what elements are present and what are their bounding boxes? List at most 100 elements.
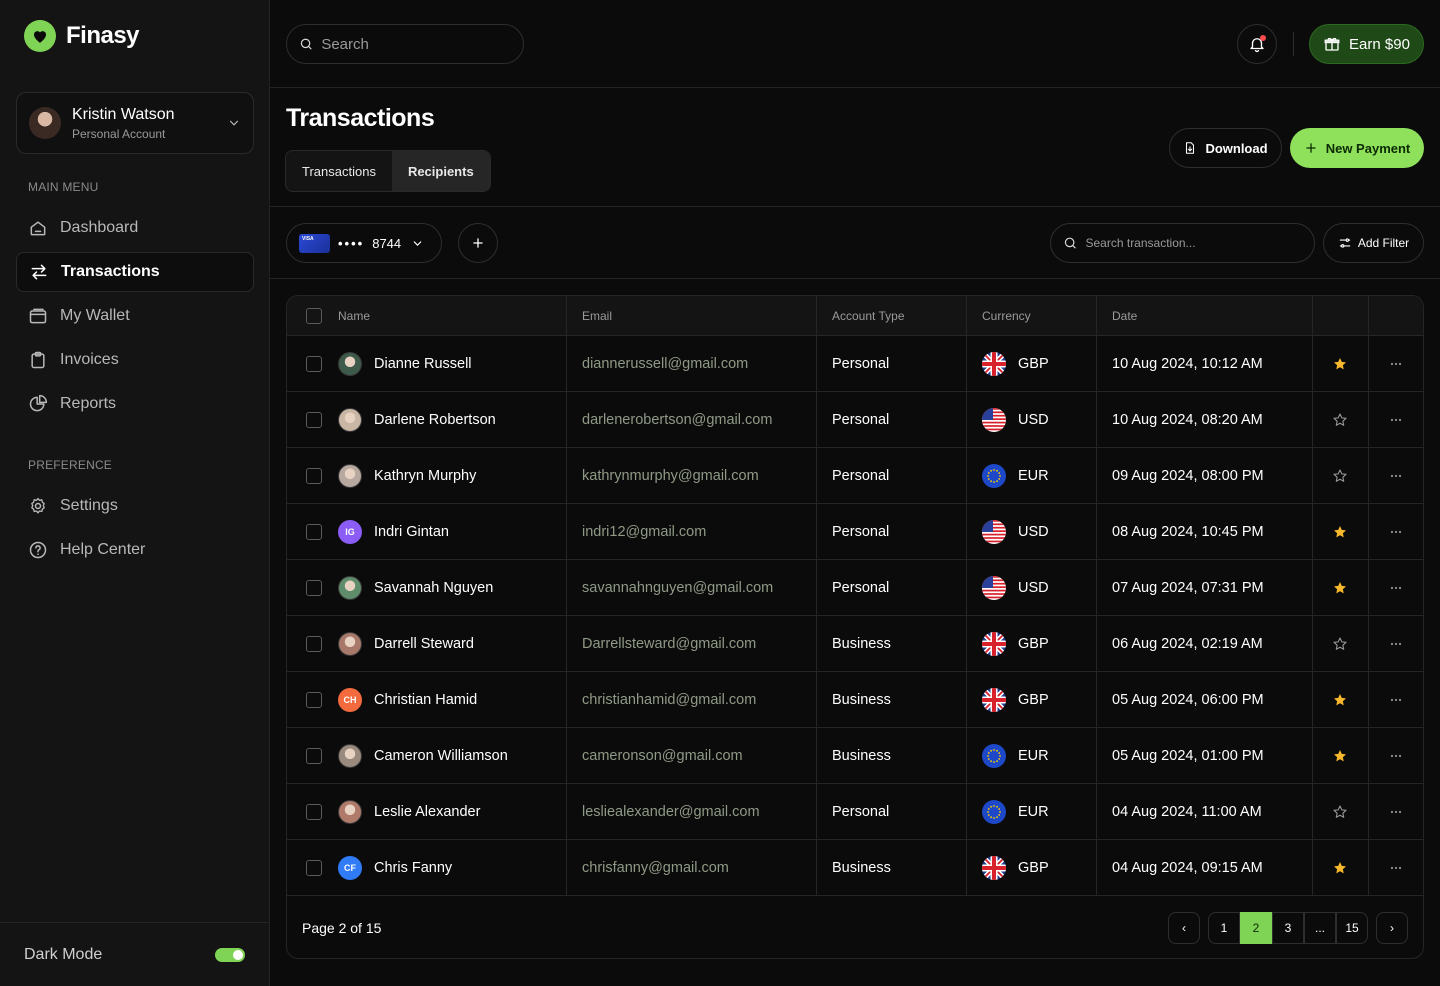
next-page-button[interactable]: › [1376, 912, 1408, 944]
favorite-toggle[interactable] [1332, 448, 1348, 504]
row-actions[interactable] [1388, 840, 1404, 896]
favorite-toggle[interactable] [1332, 560, 1348, 616]
sidebar-item-dashboard[interactable]: Dashboard [16, 208, 254, 248]
recipient-email[interactable]: Darrellsteward@gmail.com [582, 616, 756, 672]
more-horizontal-icon[interactable] [1388, 524, 1404, 540]
column-header-email[interactable]: Email [582, 296, 612, 336]
favorite-toggle[interactable] [1332, 336, 1348, 392]
page-button-15[interactable]: 15 [1336, 912, 1368, 944]
table-row[interactable]: Savannah Nguyen savannahnguyen@gmail.com… [287, 560, 1423, 616]
sidebar-item-reports[interactable]: Reports [16, 384, 254, 424]
page-button-1[interactable]: 1 [1208, 912, 1240, 944]
global-search[interactable] [286, 24, 524, 64]
column-header-currency[interactable]: Currency [982, 296, 1031, 336]
page-button-3[interactable]: 3 [1272, 912, 1304, 944]
add-card-button[interactable] [458, 223, 498, 263]
more-horizontal-icon[interactable] [1388, 636, 1404, 652]
tab-recipients[interactable]: Recipients [391, 151, 490, 191]
row-checkbox[interactable] [306, 860, 322, 876]
row-checkbox[interactable] [306, 636, 322, 652]
sidebar-item-settings[interactable]: Settings [16, 486, 254, 526]
prev-page-button[interactable]: ‹ [1168, 912, 1200, 944]
more-horizontal-icon[interactable] [1388, 748, 1404, 764]
page-button-2[interactable]: 2 [1240, 912, 1272, 944]
recipient-email[interactable]: lesliealexander@gmail.com [582, 784, 760, 840]
dark-mode-toggle[interactable] [215, 947, 245, 962]
table-row[interactable]: IG Indri Gintan indri12@gmail.com Persona… [287, 504, 1423, 560]
download-button[interactable]: Download [1169, 128, 1282, 168]
sidebar-item-invoices[interactable]: Invoices [16, 340, 254, 380]
more-horizontal-icon[interactable] [1388, 860, 1404, 876]
card-selector[interactable]: VISA •••• 8744 [286, 223, 442, 263]
row-actions[interactable] [1388, 616, 1404, 672]
column-header-name[interactable]: Name [338, 296, 370, 336]
more-horizontal-icon[interactable] [1388, 804, 1404, 820]
row-checkbox[interactable] [306, 692, 322, 708]
row-checkbox[interactable] [306, 468, 322, 484]
row-checkbox[interactable] [306, 412, 322, 428]
table-row[interactable]: Darrell Steward Darrellsteward@gmail.com… [287, 616, 1423, 672]
search-input[interactable] [321, 35, 511, 53]
recipient-email[interactable]: christianhamid@gmail.com [582, 672, 756, 728]
star-outline-icon[interactable] [1332, 412, 1348, 428]
earn-button[interactable]: Earn $90 [1309, 24, 1424, 64]
table-row[interactable]: Cameron Williamson cameronson@gmail.com … [287, 728, 1423, 784]
page-button-ellipsis[interactable]: ... [1304, 912, 1336, 944]
row-actions[interactable] [1388, 392, 1404, 448]
table-row[interactable]: Darlene Robertson darlenerobertson@gmail… [287, 392, 1423, 448]
star-filled-icon[interactable] [1332, 356, 1348, 372]
new-payment-button[interactable]: New Payment [1290, 128, 1424, 168]
notifications-button[interactable] [1237, 24, 1277, 64]
row-actions[interactable] [1388, 784, 1404, 840]
row-actions[interactable] [1388, 504, 1404, 560]
tab-transactions[interactable]: Transactions [286, 151, 392, 191]
table-row[interactable]: Leslie Alexander lesliealexander@gmail.c… [287, 784, 1423, 840]
recipient-email[interactable]: chrisfanny@gmail.com [582, 840, 729, 896]
recipient-email[interactable]: cameronson@gmail.com [582, 728, 743, 784]
more-horizontal-icon[interactable] [1388, 356, 1404, 372]
sidebar-item-help-center[interactable]: Help Center [16, 530, 254, 570]
row-checkbox[interactable] [306, 748, 322, 764]
table-row[interactable]: CF Chris Fanny chrisfanny@gmail.com Busin… [287, 840, 1423, 896]
recipient-email[interactable]: diannerussell@gmail.com [582, 336, 748, 392]
sidebar-item-my-wallet[interactable]: My Wallet [16, 296, 254, 336]
star-filled-icon[interactable] [1332, 524, 1348, 540]
table-row[interactable]: Kathryn Murphy kathrynmurphy@gmail.com P… [287, 448, 1423, 504]
star-outline-icon[interactable] [1332, 636, 1348, 652]
star-filled-icon[interactable] [1332, 860, 1348, 876]
row-actions[interactable] [1388, 336, 1404, 392]
star-outline-icon[interactable] [1332, 468, 1348, 484]
more-horizontal-icon[interactable] [1388, 468, 1404, 484]
favorite-toggle[interactable] [1332, 784, 1348, 840]
add-filter-button[interactable]: Add Filter [1323, 223, 1424, 263]
app-logo[interactable]: Finasy [24, 20, 140, 52]
favorite-toggle[interactable] [1332, 616, 1348, 672]
favorite-toggle[interactable] [1332, 392, 1348, 448]
more-horizontal-icon[interactable] [1388, 692, 1404, 708]
transaction-search-input[interactable] [1085, 236, 1302, 250]
row-actions[interactable] [1388, 448, 1404, 504]
row-checkbox[interactable] [306, 804, 322, 820]
row-actions[interactable] [1388, 672, 1404, 728]
more-horizontal-icon[interactable] [1388, 580, 1404, 596]
table-row[interactable]: Dianne Russell diannerussell@gmail.com P… [287, 336, 1423, 392]
star-filled-icon[interactable] [1332, 748, 1348, 764]
transaction-search[interactable] [1050, 223, 1315, 263]
favorite-toggle[interactable] [1332, 504, 1348, 560]
recipient-email[interactable]: savannahnguyen@gmail.com [582, 560, 773, 616]
recipient-email[interactable]: kathrynmurphy@gmail.com [582, 448, 759, 504]
sidebar-item-transactions[interactable]: Transactions [16, 252, 254, 292]
favorite-toggle[interactable] [1332, 840, 1348, 896]
favorite-toggle[interactable] [1332, 672, 1348, 728]
row-actions[interactable] [1388, 728, 1404, 784]
select-all-checkbox[interactable] [306, 308, 322, 324]
account-switcher[interactable]: Kristin Watson Personal Account [16, 92, 254, 154]
row-checkbox[interactable] [306, 524, 322, 540]
table-row[interactable]: CH Christian Hamid christianhamid@gmail.c… [287, 672, 1423, 728]
column-header-date[interactable]: Date [1112, 296, 1137, 336]
column-header-account-type[interactable]: Account Type [832, 296, 905, 336]
more-horizontal-icon[interactable] [1388, 412, 1404, 428]
favorite-toggle[interactable] [1332, 728, 1348, 784]
star-outline-icon[interactable] [1332, 804, 1348, 820]
star-filled-icon[interactable] [1332, 580, 1348, 596]
